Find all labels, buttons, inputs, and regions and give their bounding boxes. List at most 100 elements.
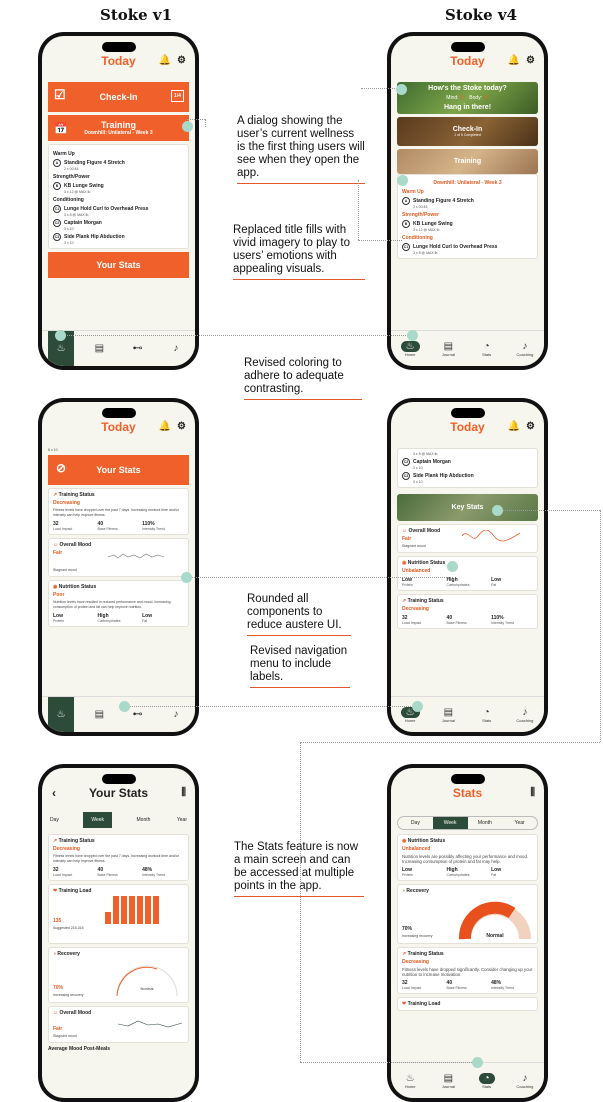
exercise-detail: 3 x 12 @ MAX lb.	[413, 228, 441, 232]
journal-icon: ▤	[443, 340, 454, 352]
nav-coaching[interactable]: ♪ Coaching	[512, 1073, 538, 1089]
nutrition-state: Unbalanced	[402, 568, 431, 574]
nav-journal[interactable]: ▤ Journal	[435, 707, 461, 723]
training-status-card[interactable]: ↗ Training Status Decreasing Fitness lev…	[48, 834, 189, 881]
metric: Low Fat	[491, 577, 502, 587]
back-chevron-icon[interactable]: ‹	[52, 786, 56, 800]
nav-stats[interactable]: ⊷	[125, 709, 151, 720]
training-status-card[interactable]: ↗ Training Status Decreasing Fitness lev…	[48, 488, 189, 535]
exercise-c2[interactable]: C2 Captain Morgan	[53, 219, 184, 227]
nav-stats[interactable]: ◔ Stats	[474, 1072, 500, 1089]
mood-face-icon[interactable]: ☹	[460, 95, 465, 101]
gear-icon[interactable]: ⚙	[526, 421, 535, 432]
wellness-checkin-dialog[interactable]: How's the Stoke today? Mind: ☹ Body: ☹ Han…	[397, 82, 538, 114]
nutrition-status-card[interactable]: ◉ Nutrition Status Unbalanced Low Protein…	[397, 556, 538, 591]
nav-journal[interactable]: ▤ Journal	[435, 1073, 461, 1089]
exercise-a[interactable]: A Standing Figure 4 Stretch	[402, 197, 533, 205]
your-stats-banner[interactable]: ⊘ Your Stats	[48, 455, 189, 485]
trend-icon: ↗	[402, 598, 407, 604]
pulse-icon: ⊘	[56, 461, 67, 475]
connector	[361, 88, 401, 89]
tab-day[interactable]: Day	[398, 817, 433, 829]
nutrition-status-card[interactable]: ◉ Nutrition Status Poor Nutrition levels…	[48, 580, 189, 627]
metric: 48% Intensity Trend	[491, 980, 515, 990]
nutrition-icon: ◉	[402, 560, 407, 566]
training-load-card[interactable]: ❤ Training Load 135 Suggested 215-315	[48, 884, 189, 944]
exercise-c1[interactable]: C1 Lunge Hold Curl to Overhead Press	[53, 205, 184, 213]
exercise-b[interactable]: B KB Lunge Swing	[53, 182, 184, 190]
recovery-card[interactable]: ◑ Recovery Normal 70% Increasing recovery	[397, 884, 538, 944]
key-stats-banner[interactable]: Key Stats	[397, 494, 538, 521]
metric: 32 Load Impact	[402, 980, 422, 990]
tab-week[interactable]: Week	[432, 817, 468, 829]
callout-dot	[492, 505, 503, 516]
overall-mood-card[interactable]: ☺ Overall Mood Fair Stagnant mood	[397, 524, 538, 553]
workout-card-tail: 3 x 8 @ MAX lb. C2 Captain Morgan 3 x 10 C…	[397, 448, 538, 488]
heart-icon: ❤	[53, 888, 58, 894]
tab-year[interactable]: Year	[175, 812, 189, 828]
nav-journal[interactable]: ▤	[86, 343, 112, 354]
nav-home[interactable]: ♨ Home	[397, 1073, 423, 1089]
nav-coaching[interactable]: ♪ Coaching	[512, 341, 538, 357]
exercise-c3[interactable]: C3 Side Plank Hip Abduction	[402, 472, 533, 480]
mood-face-icon[interactable]: ☹	[483, 95, 488, 101]
your-stats-banner[interactable]: Your Stats	[48, 252, 189, 278]
exercise-a[interactable]: A Standing Figure 4 Stretch	[53, 159, 184, 167]
tab-week[interactable]: Week	[83, 812, 113, 828]
recovery-gauge: Normal	[116, 965, 178, 997]
tab-month[interactable]: Month	[135, 812, 153, 828]
bell-icon[interactable]: 🔔	[508, 55, 520, 66]
status-text: Decreasing	[402, 606, 429, 612]
exercise-c2[interactable]: C2 Captain Morgan	[402, 458, 533, 466]
exercise-c1[interactable]: C1 Lunge Hold Curl to Overhead Press	[402, 243, 533, 251]
nav-journal[interactable]: ▤	[86, 709, 112, 720]
recovery-card[interactable]: ◑ Recovery Normal 70% Increasing recovery	[48, 947, 189, 1003]
checkin-card[interactable]: Check-In 1 of 5 Completed	[397, 117, 538, 146]
nav-home[interactable]: ♨ Home	[397, 340, 423, 357]
nav-stats[interactable]: ◔ Stats	[474, 341, 500, 357]
stats-icon: ◔	[483, 706, 490, 718]
exercise-detail: 3 x 10	[413, 466, 423, 470]
exercise-b[interactable]: B KB Lunge Swing	[402, 220, 533, 228]
metric: Low Protein	[402, 867, 414, 877]
sliders-icon[interactable]: ⫼	[530, 787, 535, 798]
gear-icon[interactable]: ⚙	[177, 55, 186, 66]
checkin-label: Check-In	[99, 92, 138, 102]
nutrition-status-card[interactable]: ◉ Nutrition Status Unbalanced Nutrition …	[397, 834, 538, 881]
training-banner[interactable]: 📅 Training Downhill: Unilateral - Week 3	[48, 115, 189, 141]
nutrition-state: Poor	[53, 592, 65, 598]
tab-day[interactable]: Day	[48, 812, 61, 828]
callout-dot	[407, 330, 418, 341]
training-status-card[interactable]: ↗ Training Status Decreasing 32 Load Impa…	[397, 594, 538, 629]
exercise-c3[interactable]: C3 Side Plank Hip Abduction	[53, 233, 184, 241]
nav-home[interactable]: ♨	[48, 696, 75, 732]
nav-stats[interactable]: ⊷	[125, 343, 151, 354]
overall-mood-card[interactable]: ☺ Overall Mood Fair Stagnant mood	[48, 1006, 189, 1043]
nav-coaching[interactable]: ♪	[163, 343, 189, 354]
nav-coaching[interactable]: ♪ Coaching	[512, 707, 538, 723]
training-load-card[interactable]: ❤ Training Load	[397, 997, 538, 1011]
section-conditioning: Conditioning	[402, 235, 433, 241]
gear-icon[interactable]: ⚙	[526, 55, 535, 66]
bell-icon[interactable]: 🔔	[159, 421, 171, 432]
mood-icon: ☺	[53, 1010, 59, 1016]
nav-stats[interactable]: ◔ Stats	[474, 707, 500, 723]
mind-label: Mind:	[446, 95, 459, 101]
nav-journal[interactable]: ▤ Journal	[435, 341, 461, 357]
training-sub: Downhill: Unilateral - Week 3	[84, 130, 153, 136]
tab-month[interactable]: Month	[468, 817, 503, 829]
training-status-card[interactable]: ↗ Training Status Decreasing Fitness lev…	[397, 947, 538, 994]
bell-icon[interactable]: 🔔	[508, 421, 520, 432]
tab-year[interactable]: Year	[502, 817, 537, 829]
gear-icon[interactable]: ⚙	[177, 421, 186, 432]
bell-icon[interactable]: 🔔	[159, 55, 171, 66]
callout-dot	[472, 1057, 483, 1068]
checkin-banner[interactable]: ☑ Check-In 1/4	[48, 82, 189, 112]
nav-coaching[interactable]: ♪	[163, 709, 189, 720]
section-conditioning: Conditioning	[53, 197, 84, 203]
sliders-icon[interactable]: ⫼	[181, 787, 186, 798]
metric: Low Protein	[53, 613, 65, 623]
overall-mood-card[interactable]: ☺ Overall Mood Fair Stagnant mood	[48, 538, 189, 577]
phone-v4-key-stats: Today 🔔 ⚙ 3 x 8 @ MAX lb. C2 Captain Morgan…	[387, 398, 548, 736]
training-card[interactable]: Training	[397, 149, 538, 174]
